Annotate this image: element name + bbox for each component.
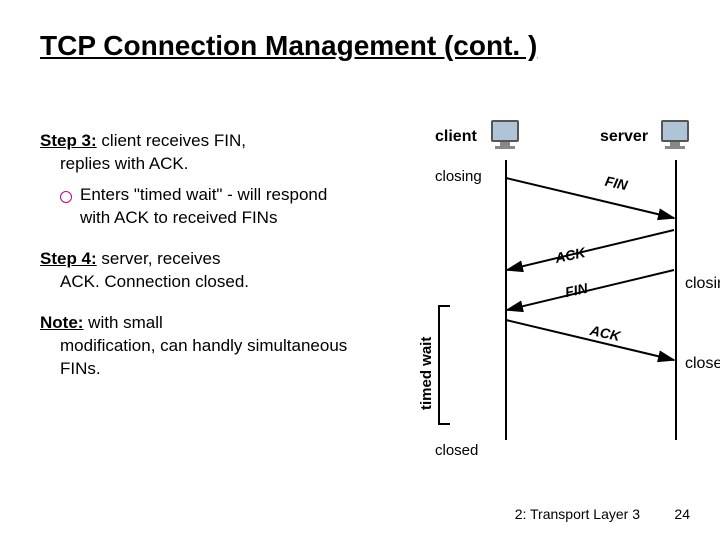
step3-body2: replies with ACK. xyxy=(60,153,189,176)
step3-bullet: Enters "timed wait" - will respond with … xyxy=(60,184,360,230)
step3-head: Step 3: xyxy=(40,131,97,150)
footer-page-number: 24 xyxy=(674,506,690,522)
step3-block: Step 3: client receives FIN, replies wit… xyxy=(40,130,360,230)
note-head: Note: xyxy=(40,313,83,332)
content-left: Step 3: client receives FIN, replies wit… xyxy=(40,130,360,398)
step3-body1: client receives FIN, xyxy=(97,131,246,150)
state-closing-client: closing xyxy=(435,168,482,185)
footer-chapter: 2: Transport Layer 3 xyxy=(515,506,640,522)
state-closed-server: closed xyxy=(685,355,720,373)
note-body1: with small xyxy=(83,313,162,332)
timed-wait-bracket xyxy=(438,305,450,425)
slide-title: TCP Connection Management (cont. ) xyxy=(40,30,537,62)
timed-wait-label: timed wait xyxy=(418,337,435,410)
step4-block: Step 4: server, receives ACK. Connection… xyxy=(40,248,360,294)
step4-head: Step 4: xyxy=(40,249,97,268)
step4-body1: server, receives xyxy=(97,249,221,268)
state-closing-server: closing xyxy=(685,275,720,293)
message-arrows xyxy=(380,120,710,480)
step4-body2: ACK. Connection closed. xyxy=(60,271,249,294)
state-closed-client: closed xyxy=(435,442,478,459)
sequence-diagram: client server FIN ACK FIN ACK closing cl… xyxy=(380,120,710,480)
note-block: Note: with small modification, can handl… xyxy=(40,312,360,381)
note-body2: modification, can handly simultaneous FI… xyxy=(60,335,360,381)
